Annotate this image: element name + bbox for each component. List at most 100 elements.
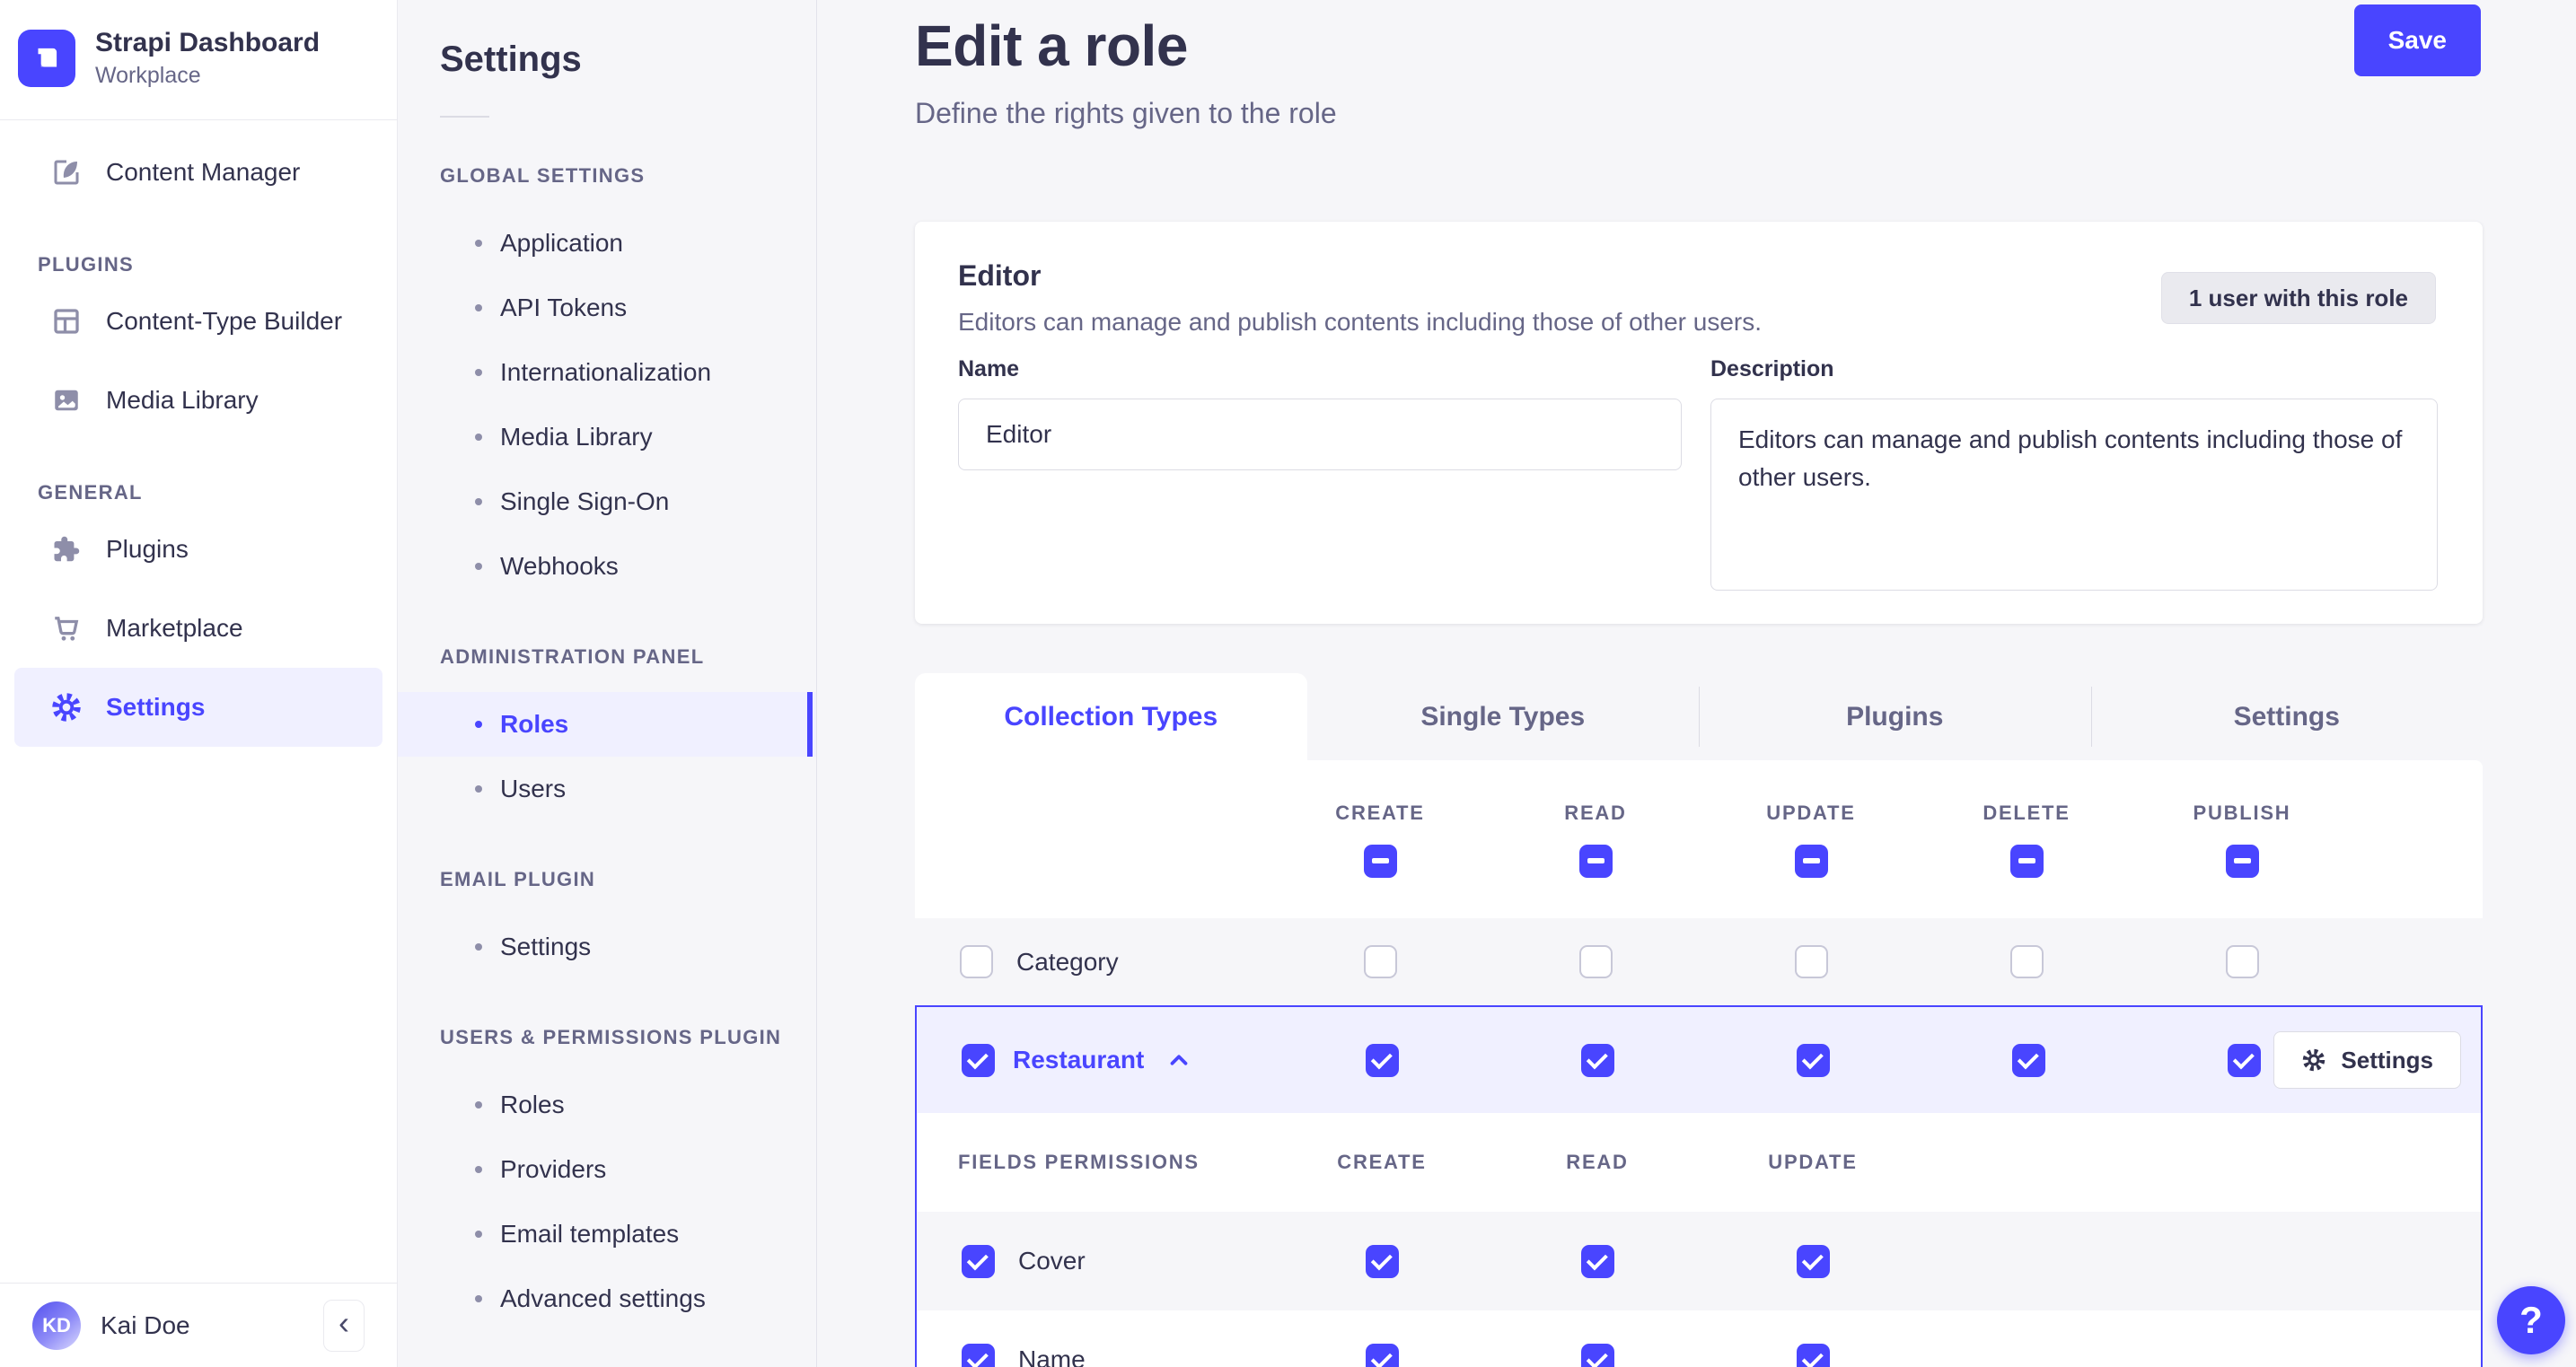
column-header-delete: DELETE — [1983, 801, 2070, 824]
sidebar-section-general: GENERAL — [38, 481, 143, 504]
category-create-checkbox[interactable] — [1363, 945, 1397, 978]
subnav-item-webhooks[interactable]: Webhooks — [398, 534, 816, 599]
chevron-up-icon[interactable] — [1165, 1047, 1192, 1073]
name-create-checkbox[interactable] — [1365, 1343, 1399, 1367]
sidebar-item-media-library[interactable]: Media Library — [14, 361, 382, 440]
column-header-update: UPDATE — [1766, 801, 1856, 824]
name-update-checkbox[interactable] — [1796, 1343, 1830, 1367]
content-type-label[interactable]: Restaurant — [1013, 1046, 1144, 1074]
bullet-icon — [475, 785, 482, 793]
select-all-update-checkbox[interactable] — [1794, 844, 1828, 878]
select-all-publish-checkbox[interactable] — [2225, 844, 2259, 878]
help-button[interactable]: ? — [2497, 1286, 2565, 1354]
name-row-checkbox[interactable] — [962, 1343, 995, 1367]
subnav-item-api-tokens[interactable]: API Tokens — [398, 276, 816, 340]
restaurant-row-checkbox[interactable] — [962, 1043, 995, 1077]
subnav-item-up-providers[interactable]: Providers — [398, 1137, 816, 1202]
subnav-item-up-advanced-settings[interactable]: Advanced settings — [398, 1266, 816, 1331]
name-field-label: Name — [958, 356, 1020, 381]
sidebar-item-label: Content-Type Builder — [106, 307, 343, 335]
fields-column-create: CREATE — [1337, 1151, 1427, 1173]
subnav-item-admin-roles[interactable]: Roles — [398, 692, 816, 757]
sidebar-item-marketplace[interactable]: Marketplace — [14, 589, 382, 668]
select-all-delete-checkbox[interactable] — [2009, 844, 2044, 878]
subnav-item-up-roles[interactable]: Roles — [398, 1073, 816, 1137]
subnav-section-email-plugin: EMAIL PLUGIN — [440, 868, 596, 890]
subnav-section-users-permissions-plugin: USERS & PERMISSIONS PLUGIN — [440, 1026, 782, 1048]
sidebar-item-label: Media Library — [106, 386, 259, 414]
subnav-item-media-library[interactable]: Media Library — [398, 405, 816, 469]
subnav-section-administration-panel: ADMINISTRATION PANEL — [440, 645, 705, 668]
sidebar-item-label: Plugins — [106, 535, 189, 563]
workspace-switcher[interactable]: Strapi Dashboard Workplace — [0, 0, 397, 120]
bullet-icon — [475, 1295, 482, 1302]
field-label: Cover — [1018, 1247, 1086, 1275]
tab-settings[interactable]: Settings — [2090, 673, 2484, 760]
save-button[interactable]: Save — [2353, 4, 2481, 76]
users-with-role-button[interactable]: 1 user with this role — [2160, 272, 2436, 324]
name-input[interactable] — [958, 399, 1682, 470]
content-type-label[interactable]: Category — [1016, 948, 1119, 977]
subnav-item-single-sign-on[interactable]: Single Sign-On — [398, 469, 816, 534]
subnav-item-admin-users[interactable]: Users — [398, 757, 816, 821]
sidebar-item-content-type-builder[interactable]: Content-Type Builder — [14, 282, 382, 361]
picture-icon — [55, 390, 78, 411]
sidebar-collapse-button[interactable]: ‹ — [323, 1299, 365, 1352]
cover-read-checkbox[interactable] — [1580, 1244, 1614, 1278]
bullet-icon — [475, 563, 482, 570]
page-subtitle: Define the rights given to the role — [915, 97, 1337, 129]
category-read-checkbox[interactable] — [1578, 945, 1613, 978]
sidebar-item-label: Content Manager — [106, 158, 301, 186]
subnav-item-label: Providers — [500, 1155, 607, 1183]
sidebar-section-plugins: PLUGINS — [38, 253, 135, 276]
name-read-checkbox[interactable] — [1580, 1343, 1614, 1367]
category-publish-checkbox[interactable] — [2225, 945, 2259, 978]
subnav-item-up-email-templates[interactable]: Email templates — [398, 1202, 816, 1266]
column-header-publish: PUBLISH — [2193, 801, 2291, 824]
select-all-read-checkbox[interactable] — [1578, 844, 1613, 878]
restaurant-delete-checkbox[interactable] — [2011, 1043, 2045, 1077]
avatar[interactable]: KD — [32, 1301, 81, 1350]
page-title: Edit a role — [915, 13, 1188, 78]
category-delete-checkbox[interactable] — [2009, 945, 2044, 978]
subnav-item-email-settings[interactable]: Settings — [398, 915, 816, 979]
tab-plugins[interactable]: Plugins — [1699, 673, 2091, 760]
bullet-icon — [475, 498, 482, 505]
cover-update-checkbox[interactable] — [1796, 1244, 1830, 1278]
sidebar-item-content-manager[interactable]: Content Manager — [14, 133, 382, 212]
workspace-title: Strapi Dashboard — [95, 28, 321, 57]
tab-single-types[interactable]: Single Types — [1307, 673, 1700, 760]
subnav-item-label: Advanced settings — [500, 1284, 706, 1312]
restaurant-settings-button[interactable]: Settings — [2273, 1031, 2461, 1089]
restaurant-update-checkbox[interactable] — [1796, 1043, 1830, 1077]
cover-create-checkbox[interactable] — [1365, 1244, 1399, 1278]
category-row-checkbox[interactable] — [960, 945, 993, 978]
cover-row-checkbox[interactable] — [962, 1244, 995, 1278]
restaurant-create-checkbox[interactable] — [1365, 1043, 1399, 1077]
category-update-checkbox[interactable] — [1794, 945, 1828, 978]
select-all-create-checkbox[interactable] — [1363, 844, 1397, 878]
fields-column-read: READ — [1566, 1151, 1629, 1173]
field-row-cover: Cover — [917, 1212, 2481, 1310]
subnav-divider — [440, 116, 489, 118]
sidebar-item-settings[interactable]: Settings — [14, 668, 382, 747]
layout-grid-icon — [54, 309, 79, 334]
subnav-item-internationalization[interactable]: Internationalization — [398, 340, 816, 405]
fields-permissions-title: FIELDS PERMISSIONS — [958, 1151, 1200, 1173]
chevron-left-icon: ‹ — [338, 1303, 349, 1341]
bullet-icon — [475, 304, 482, 311]
bullet-icon — [475, 369, 482, 376]
tab-collection-types[interactable]: Collection Types — [915, 673, 1307, 760]
field-label: Name — [1018, 1345, 1086, 1367]
permission-row-restaurant: Restaurant Settings — [917, 1007, 2481, 1113]
settings-button-label: Settings — [2341, 1046, 2433, 1073]
gear-icon — [52, 693, 81, 722]
restaurant-read-checkbox[interactable] — [1580, 1043, 1614, 1077]
subnav-item-application[interactable]: Application — [398, 211, 816, 276]
restaurant-publish-checkbox[interactable] — [2227, 1043, 2261, 1077]
sidebar-item-plugins[interactable]: Plugins — [14, 510, 382, 589]
subnav-item-label: API Tokens — [500, 294, 628, 321]
sidebar-item-label: Settings — [106, 693, 206, 721]
restaurant-expanded-section: Restaurant Settings FIELDS PERMISSIONS C… — [915, 1005, 2483, 1367]
description-textarea[interactable]: Editors can manage and publish contents … — [1710, 399, 2438, 591]
